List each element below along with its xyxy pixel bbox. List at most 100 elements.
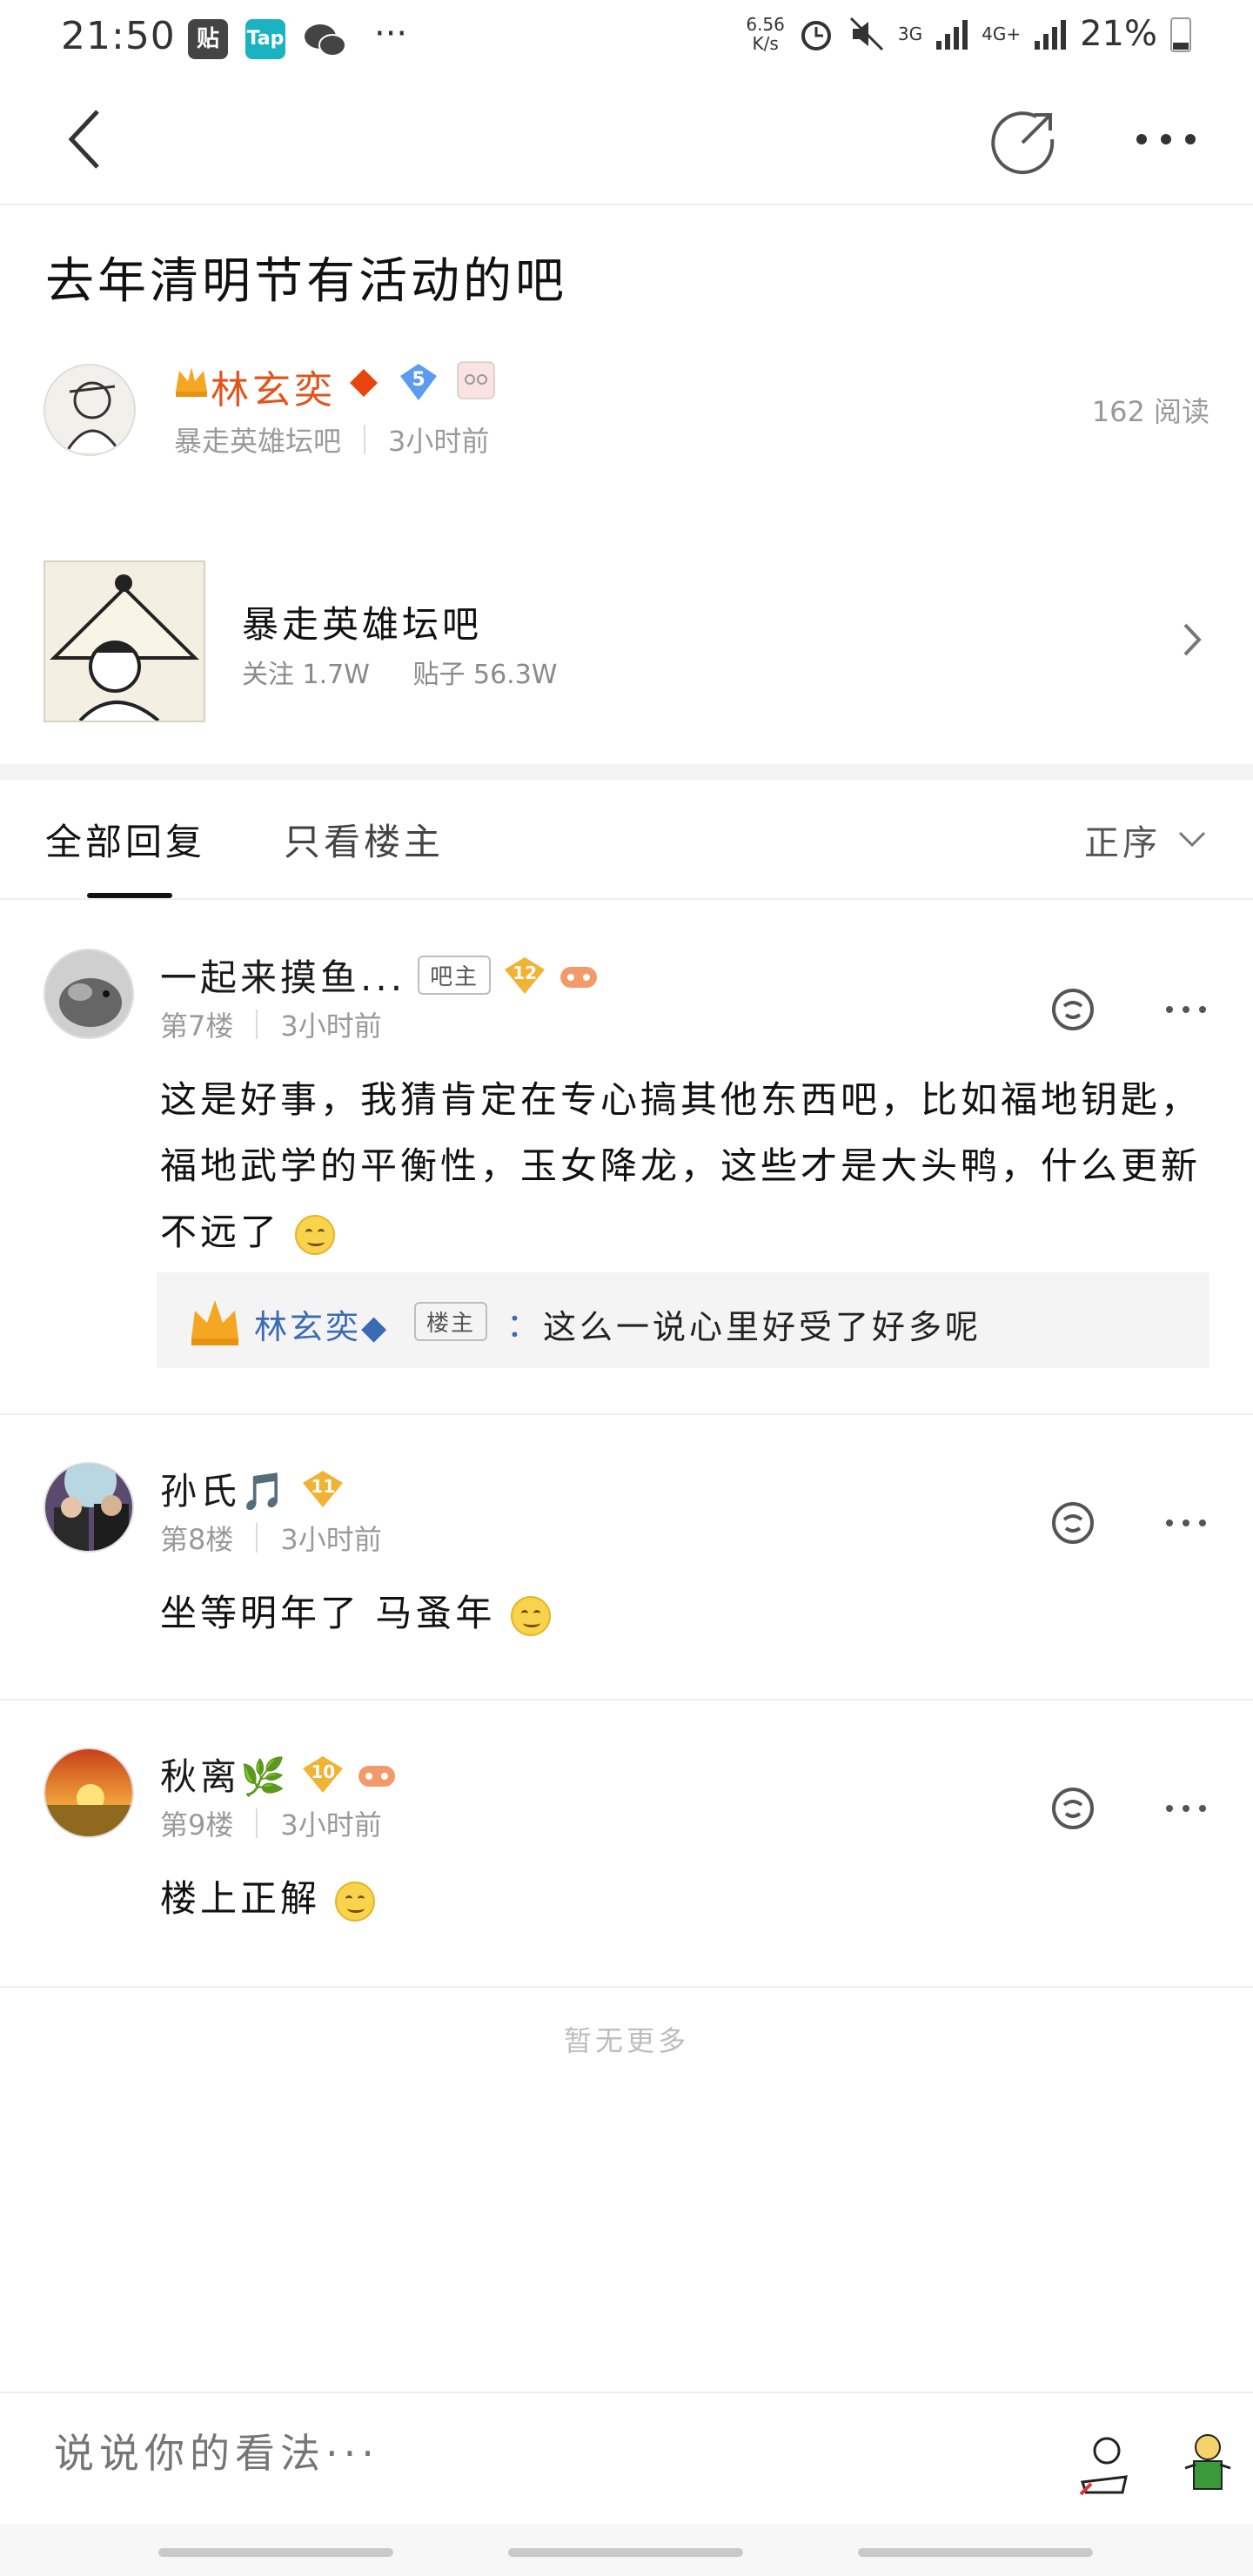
gamepad-icon [358,1765,396,1787]
read-count: 162 阅读 [1091,395,1209,428]
battery-icon [1170,17,1191,52]
meme-sticker-icon[interactable] [1074,2430,1135,2499]
sub-reply-author[interactable]: 林玄奕◆ [254,1300,389,1348]
post-title: 去年清明节有活动的吧 [45,253,567,310]
author-meta: 暴走英雄坛吧 3小时前 [174,419,489,460]
pig-badge-icon [457,361,495,399]
reply-meta: 第7楼 3小时前 [160,1004,382,1044]
reply-username[interactable]: 一起来摸鱼... [160,949,405,1002]
forum-card[interactable]: 暴走英雄坛吧 关注 1.7W 贴子 56.3W [44,560,1209,722]
like-icon[interactable] [1049,1499,1097,1547]
reply-text: 这是好事，我猜肯定在专心搞其他东西吧，比如福地钥匙，福地武学的平衡性，玉女降龙，… [160,1078,1202,1255]
reply-floor: 第9楼 [160,1808,234,1841]
reply-avatar[interactable] [44,1748,134,1838]
like-icon[interactable] [1049,1784,1097,1833]
gamepad-icon [560,966,598,988]
status-right: 6.56 K/s 3G 4G+ 21% [746,14,1192,54]
reply-floor: 第7楼 [160,1010,234,1043]
network-3g-label: 3G [897,23,923,44]
emoji-sticker-icon[interactable] [1176,2430,1237,2499]
reply-text: 楼上正解 [160,1866,1213,1932]
forum-follow-count: 关注 1.7W [242,660,370,690]
reply-more-icon[interactable] [1164,1800,1208,1817]
reply-meta: 第8楼 3小时前 [160,1518,382,1558]
smile-emoji [510,1595,551,1636]
clock: 21:50 [61,14,176,58]
no-more-label: 暂无更多 [563,2024,689,2057]
network-4g-label: 4G+ [982,23,1022,44]
back-icon[interactable] [52,104,122,174]
reply-time: 3小时前 [280,1808,382,1841]
more-options-icon[interactable] [1131,122,1201,157]
nav-bar [0,78,1253,205]
post-author: 林玄奕 5 暴走英雄坛吧 3小时前 162 阅读 [44,359,1209,472]
alarm-icon [801,21,831,50]
reply-username-row: 孙氏🎵 11 [160,1462,345,1515]
chevron-right-icon [1183,623,1202,656]
author-forum[interactable]: 暴走英雄坛吧 [174,419,341,460]
signal-icon-1 [936,20,968,50]
crown-icon [176,367,207,397]
post-time: 3小时前 [388,425,490,458]
sort-dropdown[interactable]: 正序 [1084,815,1208,865]
reply-avatar[interactable] [44,1462,134,1553]
nav-pill-center[interactable] [508,2548,743,2557]
reply-divider [0,1413,1253,1415]
reply-divider [0,1699,1253,1701]
nav-pill-right[interactable] [858,2548,1093,2557]
smile-emoji [335,1881,376,1922]
author-level: 5 [412,369,425,391]
net-speed: 6.56 K/s [746,14,785,54]
taptap-app-icon: Tap [245,19,285,59]
section-divider [0,764,1253,780]
tieba-app-icon: 贴 [188,19,228,59]
share-icon[interactable] [988,104,1061,178]
reply-username[interactable]: 秋离🌿 [160,1748,289,1801]
reply-time: 3小时前 [280,1523,382,1556]
like-icon[interactable] [1049,985,1097,1034]
moderator-badge: 吧主 [418,956,492,995]
sub-reply-text: 这么一说心里好受了好多呢 [543,1308,982,1346]
crown-icon [191,1300,238,1345]
reply-more-icon[interactable] [1164,1514,1208,1532]
op-badge: 楼主 [414,1302,488,1341]
level-badge: 10 [301,1754,345,1794]
nav-pill-left[interactable] [158,2548,393,2557]
reply-more-icon[interactable] [1164,1001,1208,1018]
sub-reply[interactable]: 林玄奕◆ 楼主 ： 这么一说心里好受了好多呢 [157,1272,1209,1368]
tab-owner-only[interactable]: 只看楼主 [284,813,444,866]
reply-divider [0,1986,1253,1988]
reply-username-row: 秋离🌿 10 [160,1748,397,1801]
reply-tabs: 全部回复 只看楼主 正序 [0,780,1253,900]
diamond-icon [350,369,378,397]
more-notifications-icon: ··· [374,14,408,54]
comment-input[interactable] [54,2430,1011,2477]
mute-icon [849,17,883,51]
status-bar: 21:50 贴 Tap ··· 6.56 K/s 3G 4G+ 21% [0,0,1253,78]
forum-name: 暴走英雄坛吧 [242,603,483,646]
smile-emoji [295,1214,336,1255]
reply-time: 3小时前 [280,1010,382,1043]
reply-avatar[interactable] [44,949,134,1039]
battery-percent: 21% [1080,14,1157,54]
reply-username[interactable]: 孙氏🎵 [160,1462,289,1515]
reply-floor: 第8楼 [160,1523,234,1556]
reply-username-row: 一起来摸鱼... 吧主 12 [160,949,599,1002]
signal-icon-2 [1035,20,1067,50]
forum-stats: 关注 1.7W 贴子 56.3W [242,653,592,691]
forum-avatar [44,560,205,722]
sort-label: 正序 [1084,823,1161,863]
system-nav-bar [0,2524,1253,2576]
chevron-down-icon [1178,831,1206,848]
active-tab-indicator [87,893,172,898]
author-avatar[interactable] [44,364,136,456]
sub-reply-colon: ： [506,1306,540,1345]
reply-meta: 第9楼 3小时前 [160,1803,382,1843]
tab-all-replies[interactable]: 全部回复 [45,813,205,866]
level-badge: 12 [503,956,546,996]
comment-bar [0,2392,1253,2524]
wechat-app-icon [305,24,346,57]
author-name[interactable]: 林玄奕 [211,359,336,414]
forum-post-count: 贴子 56.3W [412,660,558,690]
level-badge: 11 [301,1469,345,1509]
